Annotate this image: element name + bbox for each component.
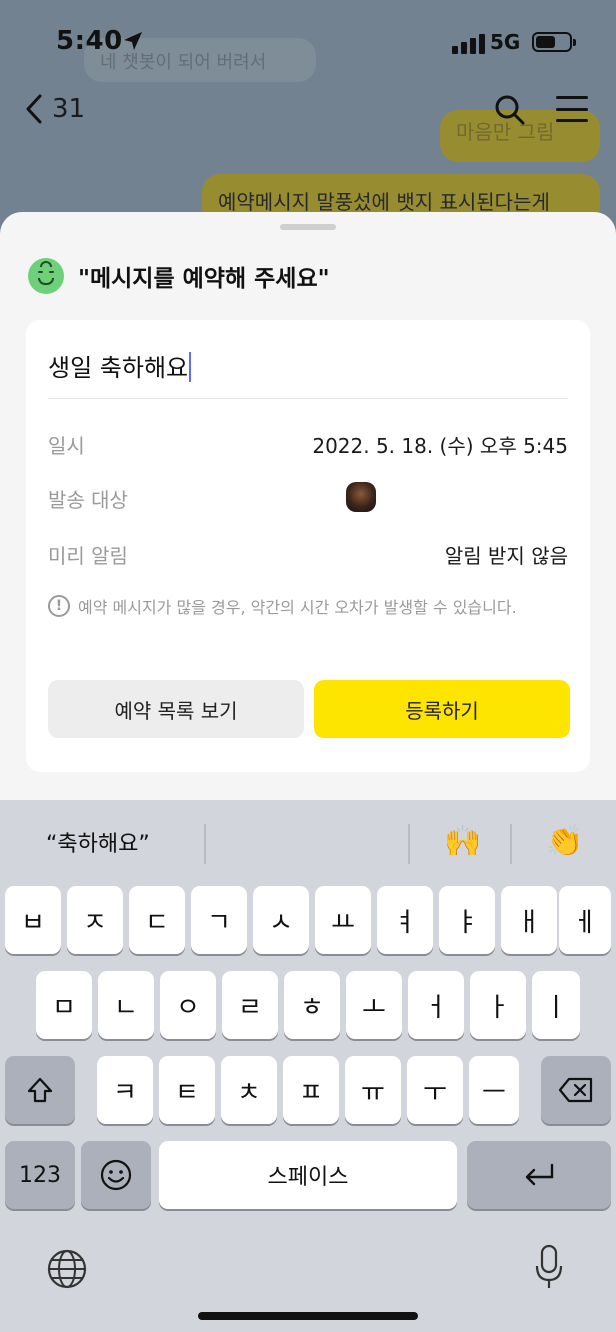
key[interactable]: ㄴ — [98, 971, 154, 1039]
message-text: 생일 축하해요 — [48, 354, 189, 382]
reminder-label: 미리 알림 — [48, 544, 128, 568]
backspace-key[interactable] — [541, 1056, 611, 1124]
chat-header: 31 — [0, 82, 616, 138]
key[interactable]: ㅑ — [439, 886, 495, 954]
status-bar: 5:40 5G — [0, 0, 616, 80]
emoji-face-icon — [100, 1159, 132, 1191]
text-caret — [189, 352, 192, 382]
notice-text: 예약 메시지가 많을 경우, 약간의 시간 오차가 발생할 수 있습니다. — [78, 598, 517, 617]
notice: ! 예약 메시지가 많을 경우, 약간의 시간 오차가 발생할 수 있습니다. — [48, 594, 517, 618]
home-indicator[interactable] — [198, 1312, 418, 1320]
globe-icon[interactable] — [46, 1248, 88, 1290]
sheet-header: "메시지를 예약해 주세요" — [28, 256, 330, 296]
key[interactable]: ㅌ — [159, 1056, 215, 1124]
shift-key[interactable] — [5, 1056, 75, 1124]
location-arrow-icon — [124, 32, 142, 50]
key[interactable]: ㅔ — [559, 886, 611, 954]
key[interactable]: ㅈ — [67, 886, 123, 954]
return-key[interactable] — [467, 1141, 611, 1209]
suggestion-divider — [408, 824, 410, 864]
key[interactable]: ㅣ — [532, 971, 580, 1039]
key[interactable]: ㅇ — [160, 971, 216, 1039]
sheet-grabber[interactable] — [280, 224, 336, 230]
key[interactable]: ㄱ — [191, 886, 247, 954]
view-scheduled-list-button[interactable]: 예약 목록 보기 — [48, 680, 304, 738]
key[interactable]: ㅕ — [377, 886, 433, 954]
datetime-label: 일시 — [48, 434, 85, 458]
menu-icon[interactable] — [556, 96, 588, 122]
status-time: 5:40 — [56, 26, 123, 56]
emoji-suggestion[interactable]: 🙌 — [444, 824, 481, 859]
recipient-avatar[interactable] — [346, 482, 376, 512]
suggestion-divider — [204, 824, 206, 864]
message-input[interactable]: 생일 축하해요 — [48, 348, 192, 383]
battery-icon — [532, 32, 576, 52]
key[interactable]: ㅜ — [407, 1056, 463, 1124]
back-chevron-icon[interactable] — [24, 94, 44, 124]
key[interactable]: ㅎ — [284, 971, 340, 1039]
backspace-icon — [558, 1077, 593, 1103]
key[interactable]: ㄷ — [129, 886, 185, 954]
key[interactable]: ㄹ — [222, 971, 278, 1039]
key[interactable]: ㅁ — [36, 971, 92, 1039]
key[interactable]: ㅋ — [97, 1056, 153, 1124]
key[interactable]: ㅛ — [315, 886, 371, 954]
key[interactable]: ㅓ — [408, 971, 464, 1039]
search-icon[interactable] — [494, 94, 526, 126]
key[interactable]: ㅊ — [221, 1056, 277, 1124]
key[interactable]: ㅐ — [501, 886, 557, 954]
schedule-card: 생일 축하해요 일시 2022. 5. 18. (수) 오후 5:45 발송 대… — [26, 320, 590, 772]
emoji-key[interactable] — [81, 1141, 151, 1209]
key[interactable]: ㅅ — [253, 886, 309, 954]
register-button[interactable]: 등록하기 — [314, 680, 570, 738]
key[interactable]: ㅍ — [283, 1056, 339, 1124]
key[interactable]: ㅡ — [469, 1056, 519, 1124]
datetime-value[interactable]: 2022. 5. 18. (수) 오후 5:45 — [312, 430, 568, 459]
shift-icon — [27, 1077, 53, 1103]
numbers-key[interactable]: 123 — [5, 1141, 75, 1209]
bot-avatar-icon — [28, 258, 64, 294]
divider — [48, 398, 568, 399]
microphone-icon[interactable] — [534, 1244, 564, 1290]
key[interactable]: ㅂ — [5, 886, 61, 954]
key[interactable]: ㅏ — [470, 971, 526, 1039]
network-type: 5G — [490, 30, 521, 54]
emoji-suggestion[interactable]: 👏 — [546, 824, 583, 859]
key[interactable]: ㅗ — [346, 971, 402, 1039]
suggestion-word[interactable]: “축하해요” — [46, 826, 150, 858]
sheet-title: "메시지를 예약해 주세요" — [78, 266, 330, 292]
schedule-message-sheet: "메시지를 예약해 주세요" 생일 축하해요 일시 2022. 5. 18. (… — [0, 212, 616, 812]
back-button-count[interactable]: 31 — [52, 94, 85, 124]
key[interactable]: ㅠ — [345, 1056, 401, 1124]
suggestion-divider — [510, 824, 512, 864]
recipient-label: 발송 대상 — [48, 488, 128, 512]
space-key[interactable]: 스페이스 — [159, 1141, 457, 1209]
reminder-value[interactable]: 알림 받지 않음 — [445, 540, 568, 569]
return-icon — [525, 1163, 554, 1186]
signal-icon — [452, 34, 485, 54]
info-icon: ! — [48, 595, 70, 617]
suggestion-bar: “축하해요” 🙌 👏 — [0, 816, 616, 868]
